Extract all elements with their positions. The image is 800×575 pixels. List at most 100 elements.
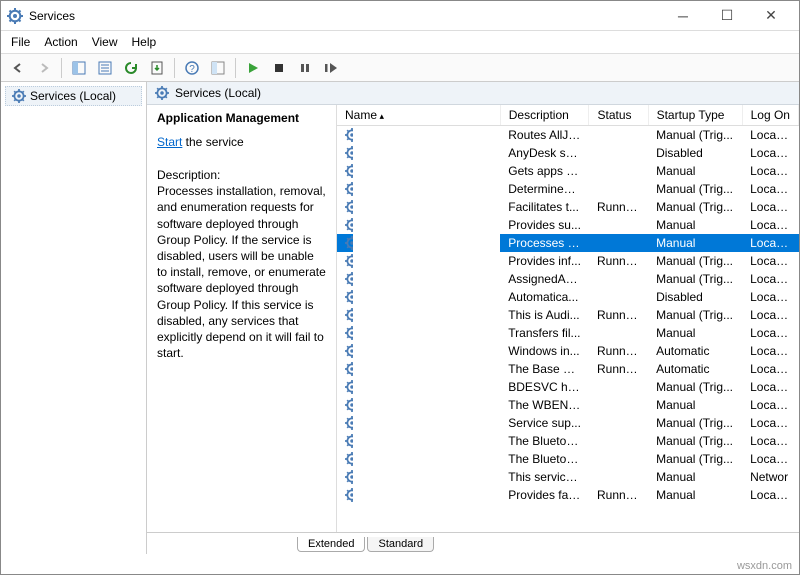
cell-description: BDESVC hos... <box>500 378 589 396</box>
column-header[interactable]: Name ▴ <box>337 105 500 126</box>
service-row[interactable]: AVCTP serviceThis is Audi...RunningManua… <box>337 306 799 324</box>
service-icon <box>345 200 353 214</box>
cell-status <box>589 162 648 180</box>
tree-item-services-local[interactable]: Services (Local) <box>5 86 142 106</box>
close-button[interactable]: ✕ <box>749 2 793 30</box>
service-icon <box>345 272 353 286</box>
cell-description: The WBENG... <box>500 396 589 414</box>
service-icon <box>345 452 353 466</box>
stop-service-button[interactable] <box>268 57 290 79</box>
show-hide-tree-button[interactable] <box>68 57 90 79</box>
console-tree: Services (Local) <box>1 82 147 554</box>
service-row[interactable]: Capability Access Manager ...Provides fa… <box>337 486 799 504</box>
service-row[interactable]: Application IdentityDetermines ...Manual… <box>337 180 799 198</box>
cell-logon: Local Se <box>742 288 798 306</box>
view-tabs: Extended Standard <box>147 532 799 554</box>
cell-description: Windows in... <box>500 342 589 360</box>
cell-description: Gets apps re... <box>500 162 589 180</box>
description-text: Processes installation, removal, and enu… <box>157 183 326 361</box>
column-header[interactable]: Log On <box>742 105 798 126</box>
cell-startup: Manual (Trig... <box>648 198 742 216</box>
service-row[interactable]: Auto Time Zone UpdaterAutomatica...Disab… <box>337 288 799 306</box>
cell-status <box>589 288 648 306</box>
column-header[interactable]: Description <box>500 105 589 126</box>
service-row[interactable]: AssignedAccessManager Se...AssignedAc...… <box>337 270 799 288</box>
cell-startup: Manual <box>648 468 742 486</box>
selected-service-name: Application Management <box>157 111 326 125</box>
cell-description: Processes in... <box>500 234 589 252</box>
refresh-button[interactable] <box>120 57 142 79</box>
service-row[interactable]: BranchCacheThis service...ManualNetwor <box>337 468 799 486</box>
menu-file[interactable]: File <box>11 35 30 49</box>
cell-status <box>589 414 648 432</box>
cell-logon: Local Se <box>742 306 798 324</box>
menu-help[interactable]: Help <box>132 35 157 49</box>
service-row[interactable]: Block Level Backup Engine ...The WBENG..… <box>337 396 799 414</box>
service-row[interactable]: AppX Deployment Service (...Provides inf… <box>337 252 799 270</box>
menu-view[interactable]: View <box>92 35 118 49</box>
services-icon <box>155 86 169 100</box>
cell-startup: Manual (Trig... <box>648 306 742 324</box>
services-list[interactable]: Name ▴DescriptionStatusStartup TypeLog O… <box>337 105 799 532</box>
service-row[interactable]: Background Intelligent Tran...Transfers … <box>337 324 799 342</box>
cell-startup: Manual (Trig... <box>648 378 742 396</box>
cell-startup: Manual <box>648 396 742 414</box>
cell-status <box>589 180 648 198</box>
back-button[interactable] <box>7 57 29 79</box>
service-row[interactable]: Application Layer Gateway ...Provides su… <box>337 216 799 234</box>
cell-logon: Local Sy <box>742 342 798 360</box>
menu-action[interactable]: Action <box>44 35 77 49</box>
cell-description: Service sup... <box>500 414 589 432</box>
cell-startup: Manual (Trig... <box>648 270 742 288</box>
cell-startup: Manual <box>648 162 742 180</box>
minimize-button[interactable]: ─ <box>661 2 705 30</box>
export-list-button[interactable] <box>146 57 168 79</box>
cell-startup: Manual (Trig... <box>648 432 742 450</box>
cell-description: The Bluetoo... <box>500 432 589 450</box>
start-service-button[interactable] <box>242 57 264 79</box>
cell-startup: Manual (Trig... <box>648 450 742 468</box>
service-row[interactable]: Bluetooth User Support Ser...The Bluetoo… <box>337 450 799 468</box>
start-link[interactable]: Start <box>157 135 182 149</box>
service-row[interactable]: Bluetooth Audio Gateway S...Service sup.… <box>337 414 799 432</box>
service-icon <box>345 398 353 412</box>
service-row[interactable]: Background Tasks Infrastruc...Windows in… <box>337 342 799 360</box>
pause-service-button[interactable] <box>294 57 316 79</box>
tab-standard[interactable]: Standard <box>367 537 434 552</box>
service-row[interactable]: Application InformationFacilitates t...R… <box>337 198 799 216</box>
service-row[interactable]: Bluetooth Support ServiceThe Bluetoo...M… <box>337 432 799 450</box>
service-row[interactable]: Application ManagementProcesses in...Man… <box>337 234 799 252</box>
forward-button[interactable] <box>33 57 55 79</box>
maximize-button[interactable]: ☐ <box>705 2 749 30</box>
help-button[interactable]: ? <box>181 57 203 79</box>
toggle-console-tree-button[interactable] <box>207 57 229 79</box>
cell-status <box>589 468 648 486</box>
cell-logon: Local Sy <box>742 252 798 270</box>
service-row[interactable]: AnyDesk ServiceAnyDesk su...DisabledLoca… <box>337 144 799 162</box>
cell-logon: Local Se <box>742 180 798 198</box>
service-icon <box>345 326 353 340</box>
cell-description: This service... <box>500 468 589 486</box>
cell-description: The Base Fil... <box>500 360 589 378</box>
cell-startup: Manual (Trig... <box>648 180 742 198</box>
cell-logon: Local Sy <box>742 198 798 216</box>
cell-status: Running <box>589 198 648 216</box>
cell-startup: Manual <box>648 234 742 252</box>
service-icon <box>345 380 353 394</box>
restart-service-button[interactable] <box>320 57 342 79</box>
column-header[interactable]: Status <box>589 105 648 126</box>
tab-extended[interactable]: Extended <box>297 537 365 552</box>
cell-logon: Local Sy <box>742 144 798 162</box>
service-row[interactable]: App ReadinessGets apps re...ManualLocal … <box>337 162 799 180</box>
cell-logon: Local Sy <box>742 162 798 180</box>
service-icon <box>345 146 353 160</box>
properties-button[interactable] <box>94 57 116 79</box>
cell-logon: Local Sy <box>742 324 798 342</box>
service-icon <box>345 218 353 232</box>
service-row[interactable]: Base Filtering EngineThe Base Fil...Runn… <box>337 360 799 378</box>
column-header[interactable]: Startup Type <box>648 105 742 126</box>
cell-startup: Automatic <box>648 342 742 360</box>
service-row[interactable]: BitLocker Drive Encryption ...BDESVC hos… <box>337 378 799 396</box>
service-row[interactable]: AllJoyn Router ServiceRoutes AllJo...Man… <box>337 126 799 145</box>
service-icon <box>345 308 353 322</box>
